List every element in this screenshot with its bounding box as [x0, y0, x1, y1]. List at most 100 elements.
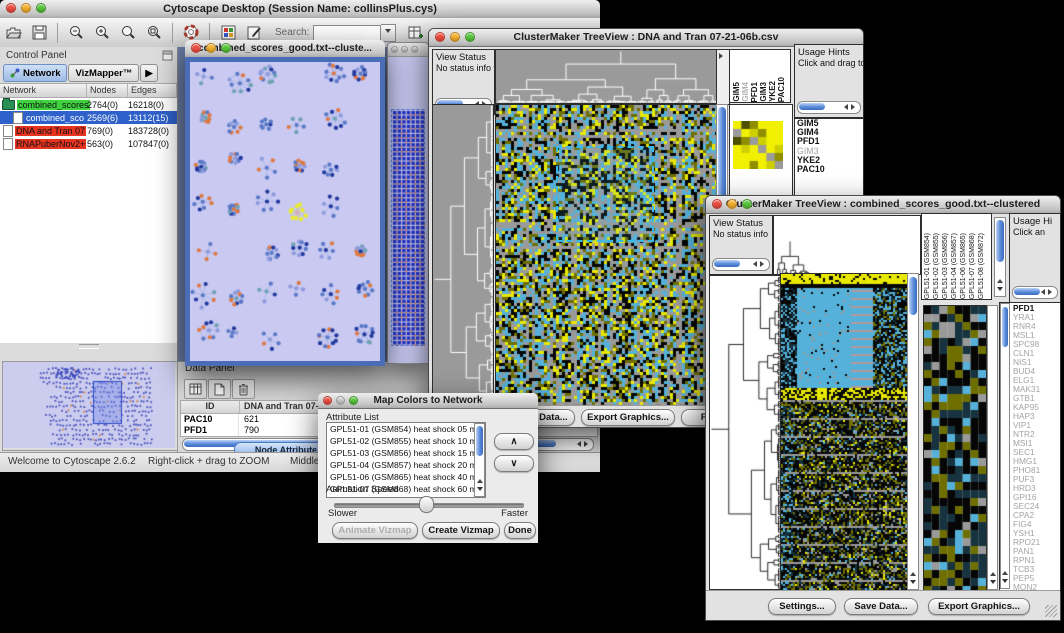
network-canvas[interactable] — [190, 62, 380, 361]
zoom-button[interactable] — [349, 396, 358, 405]
column-label[interactable]: GPL51-04 (GSM857) — [951, 233, 960, 299]
column-dendrogram-canvas[interactable] — [495, 49, 717, 104]
select-attributes-button[interactable] — [184, 379, 207, 399]
scrollbar-thumb[interactable] — [799, 103, 825, 110]
close-button[interactable] — [391, 46, 398, 53]
attribute-list-item[interactable]: GPL51-03 (GSM856) heat shock 15 min — [327, 447, 474, 459]
gene-dendrogram-canvas[interactable] — [709, 275, 781, 590]
attribute-list-item[interactable]: GPL51-01 (GSM854) heat shock 05 min — [327, 423, 474, 435]
column-label[interactable]: PAC10 — [777, 77, 786, 102]
scrollbar-arrows[interactable] — [1038, 289, 1055, 295]
scrollbar-arrows[interactable] — [988, 569, 997, 587]
move-up-button[interactable]: ∧ — [494, 433, 534, 450]
scrollbar-arrows[interactable] — [574, 441, 591, 447]
column-label[interactable]: GPL51-02 (GSM855) — [933, 233, 942, 299]
zoom-selected-button[interactable] — [141, 21, 167, 45]
scrollbar-arrows[interactable] — [750, 261, 767, 267]
close-button[interactable] — [323, 396, 332, 405]
tab-overflow-button[interactable]: ▶ — [140, 64, 157, 82]
column-label[interactable]: GIM4 — [741, 82, 750, 102]
minimize-button[interactable] — [206, 43, 216, 53]
scrollbar-arrows[interactable] — [908, 569, 918, 587]
gene-label[interactable]: PAC10 — [795, 165, 863, 174]
column-dendrogram-canvas[interactable] — [773, 215, 921, 275]
create-vizmap-button[interactable]: Create Vizmap — [422, 522, 500, 539]
scrollbar-arrows[interactable] — [475, 476, 484, 494]
network-table-row[interactable]: combined_scores 2764(0) 16218(0) — [0, 98, 177, 111]
hscrollbar[interactable] — [1012, 286, 1058, 299]
column-label[interactable]: GPL51-06 (GSM865) — [960, 233, 969, 299]
zoom-button[interactable] — [36, 3, 46, 13]
float-panel-icon[interactable] — [162, 50, 173, 61]
scrollbar-arrows[interactable] — [841, 104, 858, 110]
attribute-list-item[interactable]: GPL51-06 (GSM865) heat shock 40 min — [327, 471, 474, 483]
tab-network[interactable]: Network — [3, 64, 67, 82]
search-dropdown-button[interactable] — [381, 24, 396, 42]
save-button[interactable] — [26, 21, 52, 45]
done-button[interactable]: Done — [504, 522, 536, 539]
gene-list-vscrollbar[interactable] — [1000, 303, 1010, 589]
network-view-titlebar[interactable]: combined_scores_good.txt--cluste... — [185, 40, 385, 58]
close-button[interactable] — [6, 3, 16, 13]
export-graphics-button[interactable]: Export Graphics... — [581, 409, 675, 426]
heatmap-vscrollbar[interactable] — [907, 273, 919, 590]
minimize-button[interactable] — [401, 46, 408, 53]
heatmap-canvas[interactable] — [780, 273, 908, 591]
attribute-list-item[interactable]: GPL51-04 (GSM857) heat shock 20 min — [327, 459, 474, 471]
zoom-fit-button[interactable] — [115, 21, 141, 45]
attribute-browser-button[interactable] — [402, 21, 428, 45]
animate-vizmap-button[interactable]: Animate Vizmap — [332, 522, 418, 539]
treeview-titlebar[interactable]: ClusterMaker TreeView : combined_scores_… — [706, 196, 1060, 214]
scrollbar-thumb[interactable] — [714, 260, 740, 267]
resize-grip[interactable] — [1045, 605, 1057, 617]
birdseye-view[interactable] — [2, 361, 178, 451]
column-label[interactable]: GIM3 — [759, 82, 768, 102]
scrollbar-thumb[interactable] — [909, 277, 917, 315]
column-label[interactable]: GPL51-01 (GSM854) — [924, 233, 933, 299]
new-attribute-button[interactable] — [208, 379, 231, 399]
column-label[interactable]: GIM5 — [732, 82, 741, 102]
heatmap-selection-box[interactable] — [556, 146, 654, 242]
gene-dendrogram-canvas[interactable] — [432, 104, 494, 409]
zoom-button[interactable] — [742, 199, 752, 209]
scrollbar-arrows[interactable] — [1001, 568, 1009, 586]
scrollbar-thumb[interactable] — [1014, 288, 1040, 295]
dialog-titlebar[interactable]: Map Colors to Network — [318, 393, 538, 409]
scrollbar-arrows[interactable] — [995, 276, 1005, 294]
network-table-row[interactable]: RNAPuberNov2+ 563(0) 107847(0) — [0, 137, 177, 150]
move-down-button[interactable]: ∨ — [494, 455, 534, 472]
main-titlebar[interactable]: Cytoscape Desktop (Session Name: collins… — [0, 0, 600, 19]
minimize-button[interactable] — [336, 396, 345, 405]
scrollbar-thumb[interactable] — [996, 220, 1004, 262]
export-graphics-button[interactable]: Export Graphics... — [928, 598, 1030, 615]
zoom-in-button[interactable] — [89, 21, 115, 45]
birdseye-canvas[interactable] — [3, 362, 175, 448]
network-table-row[interactable]: DNA and Tran 07 769(0) 183728(0) — [0, 124, 177, 137]
zoom-button[interactable] — [221, 43, 231, 53]
zoom-vscrollbar[interactable] — [987, 305, 998, 590]
zoom-button[interactable] — [411, 46, 418, 53]
minimize-button[interactable] — [727, 199, 737, 209]
search-input[interactable] — [313, 25, 381, 41]
column-label[interactable]: GPL51-03 (GSM856) — [942, 233, 951, 299]
zoom-out-button[interactable] — [63, 21, 89, 45]
close-button[interactable] — [191, 43, 201, 53]
close-button[interactable] — [712, 199, 722, 209]
column-label[interactable]: YKE2 — [768, 81, 777, 102]
delete-attribute-button[interactable] — [232, 379, 255, 399]
attribute-list-item[interactable]: GPL51-02 (GSM855) heat shock 10 min — [327, 435, 474, 447]
labels-vscrollbar[interactable] — [994, 217, 1006, 297]
minimize-button[interactable] — [450, 32, 460, 42]
zoom-button[interactable] — [465, 32, 475, 42]
dense-network-canvas[interactable] — [391, 109, 425, 346]
list-vscrollbar[interactable] — [474, 423, 485, 497]
tab-vizmapper[interactable]: VizMapper™ — [68, 64, 139, 82]
column-label[interactable]: GPL51-07 (GSM868) — [969, 233, 978, 299]
minimize-button[interactable] — [21, 3, 31, 13]
open-file-button[interactable] — [0, 21, 26, 45]
scrollbar-thumb[interactable] — [1002, 307, 1008, 347]
inactive-titlebar[interactable] — [388, 43, 428, 57]
close-button[interactable] — [435, 32, 445, 42]
column-label[interactable]: GPL51-08 (GSM872) — [978, 233, 987, 299]
hscrollbar[interactable] — [712, 258, 770, 271]
